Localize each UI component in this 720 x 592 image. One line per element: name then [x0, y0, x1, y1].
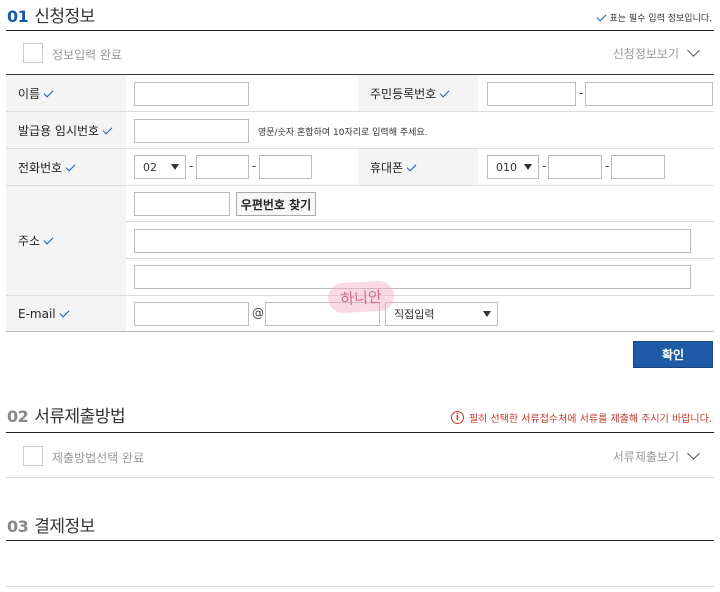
- dropdown-arrow-icon: [483, 311, 491, 317]
- resident-dash: -: [579, 86, 584, 100]
- confirm-button[interactable]: 확인: [633, 341, 713, 368]
- email-domain-select[interactable]: 직접입력: [385, 302, 498, 326]
- info-complete-label: 정보입력 완료: [52, 48, 123, 62]
- section2-title: 02 서류제출방법: [7, 402, 126, 427]
- view-application-label: 신청정보보기: [612, 47, 679, 61]
- email-id-input[interactable]: [134, 302, 249, 326]
- check-icon: [65, 161, 76, 171]
- check-icon: [59, 307, 70, 318]
- section3-number: 03: [7, 517, 29, 536]
- section3-title: 03 결제정보: [7, 512, 95, 537]
- required-note: 표는 필수 입력 정보입니다.: [597, 11, 712, 24]
- row-divider: [126, 258, 714, 259]
- dropdown-arrow-icon: [171, 164, 179, 170]
- resident-label: 주민등록번호: [358, 75, 478, 111]
- address-line2-input[interactable]: [134, 265, 691, 289]
- resident-back-input[interactable]: [585, 82, 713, 106]
- temp-number-hint: 영문/숫자 혼합하여 10자리로 입력해 주세요.: [258, 128, 428, 138]
- mobile-dash: -: [542, 159, 547, 173]
- email-label: E-mail: [6, 296, 126, 331]
- phone-dash: -: [189, 159, 194, 173]
- resident-label-text: 주민등록번호: [370, 86, 437, 101]
- section1-number: 01: [7, 7, 29, 26]
- temp-number-label: 발급용 임시번호: [6, 112, 126, 148]
- check-icon: [43, 87, 54, 97]
- phone-label-text: 전화번호: [18, 160, 63, 175]
- section3-title-text: 결제정보: [34, 517, 95, 537]
- mobile-dash: -: [605, 159, 610, 173]
- name-label: 이름: [6, 75, 126, 111]
- name-input[interactable]: [134, 82, 249, 106]
- chevron-down-icon: [687, 447, 700, 460]
- submit-complete-checkbox[interactable]: [23, 446, 43, 466]
- temp-number-input[interactable]: [134, 119, 249, 143]
- submission-warning: i 필히 선택한 서류접수처에 서류를 제출해 주시기 바랍니다.: [450, 410, 712, 425]
- info-complete-checkbox[interactable]: [23, 43, 43, 63]
- check-icon: [406, 161, 417, 171]
- view-submission-toggle[interactable]: 서류제출보기: [612, 447, 700, 465]
- check-icon: [102, 124, 113, 134]
- section2-number: 02: [7, 407, 29, 426]
- email-at-sign: @: [252, 306, 264, 320]
- watermark-stamp: 하니안: [327, 280, 395, 314]
- view-submission-label: 서류제출보기: [612, 450, 679, 464]
- chevron-down-icon: [687, 44, 700, 57]
- section1-rule: [6, 30, 714, 31]
- phone-dash: -: [252, 159, 257, 173]
- check-icon: [439, 87, 450, 97]
- section3-rule: [6, 540, 714, 541]
- phone-area-select[interactable]: 02: [134, 155, 186, 179]
- check-icon: [597, 11, 607, 22]
- email-domain-select-value: 직접입력: [394, 308, 435, 321]
- section3-bottom-rule: [6, 586, 714, 587]
- find-postcode-button[interactable]: 우편번호 찾기: [236, 192, 316, 216]
- section1-title-text: 신청정보: [34, 7, 95, 27]
- section2-bottom-rule: [6, 477, 714, 478]
- address-line1-input[interactable]: [134, 229, 691, 253]
- resident-front-input[interactable]: [487, 82, 576, 106]
- phone-last-input[interactable]: [259, 155, 312, 179]
- info-icon: i: [450, 411, 464, 424]
- phone-label: 전화번호: [6, 149, 126, 185]
- postcode-input[interactable]: [134, 192, 230, 216]
- phone-middle-input[interactable]: [196, 155, 249, 179]
- mobile-last-input[interactable]: [611, 155, 665, 179]
- mobile-label: 휴대폰: [358, 149, 478, 185]
- temp-number-label-text: 발급용 임시번호: [18, 123, 100, 138]
- submit-complete-label: 제출방법선택 완료: [52, 451, 145, 465]
- name-label-text: 이름: [18, 86, 41, 101]
- check-icon: [43, 234, 54, 245]
- dropdown-arrow-icon: [524, 164, 532, 170]
- section2-title-text: 서류제출방법: [34, 407, 126, 427]
- section2-rule: [6, 432, 714, 433]
- address-label: 주소: [6, 186, 126, 295]
- email-label-text: E-mail: [18, 306, 56, 321]
- submission-warning-text: 필히 선택한 서류접수처에 서류를 제출해 주시기 바랍니다.: [468, 414, 712, 425]
- row-divider: [126, 221, 714, 222]
- address-label-text: 주소: [18, 234, 41, 248]
- section1-title: 01 신청정보: [7, 2, 95, 27]
- phone-area-value: 02: [143, 160, 157, 174]
- mobile-prefix-select[interactable]: 010: [487, 155, 539, 179]
- mobile-middle-input[interactable]: [548, 155, 602, 179]
- mobile-prefix-value: 010: [496, 160, 517, 174]
- form-bottom-rule: [6, 331, 714, 332]
- mobile-label-text: 휴대폰: [370, 160, 404, 175]
- required-note-text: 표는 필수 입력 정보입니다.: [609, 14, 712, 24]
- view-application-toggle[interactable]: 신청정보보기: [612, 44, 700, 62]
